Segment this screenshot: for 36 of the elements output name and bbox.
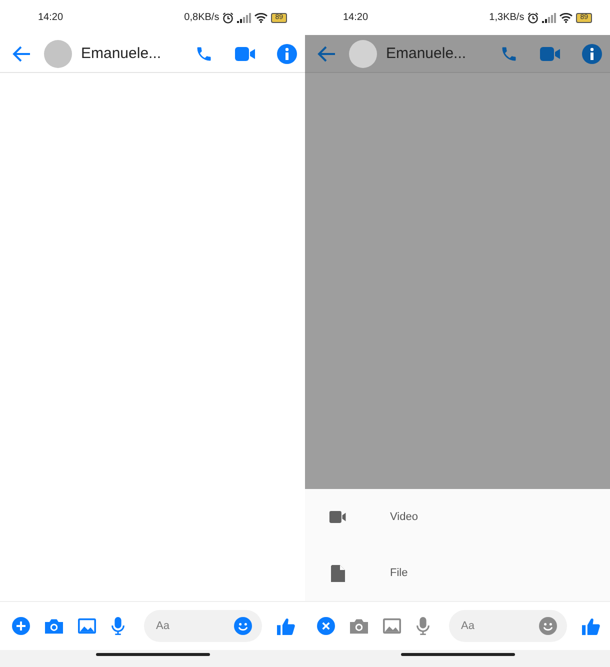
message-field[interactable]: Aa	[449, 610, 567, 642]
phone-icon[interactable]	[500, 44, 518, 62]
phone-icon[interactable]	[195, 44, 213, 62]
status-time: 14:20	[38, 12, 64, 23]
plus-icon[interactable]	[12, 617, 30, 635]
emoji-icon[interactable]	[539, 617, 557, 635]
video-camera-icon[interactable]	[540, 46, 560, 60]
thumbs-up-icon[interactable]	[582, 616, 600, 636]
network-speed: 0,8KB/s	[184, 12, 220, 23]
status-time: 14:20	[343, 12, 368, 23]
menu-item[interactable]: File	[305, 545, 610, 601]
info-icon[interactable]	[582, 44, 602, 64]
microphone-icon[interactable]	[111, 617, 125, 635]
microphone-icon[interactable]	[416, 617, 430, 635]
menu-item[interactable]: Video	[305, 489, 610, 545]
video-camera-icon[interactable]	[235, 46, 255, 60]
back-arrow-icon[interactable]	[12, 44, 32, 64]
camera-icon[interactable]	[45, 618, 63, 634]
alarm-icon	[222, 12, 234, 24]
contact-name[interactable]: Emanuele...	[386, 45, 478, 62]
wifi-icon	[254, 12, 268, 23]
close-icon[interactable]	[317, 617, 335, 635]
emoji-icon[interactable]	[234, 617, 252, 635]
network-speed: 1,3KB/s	[489, 12, 524, 23]
contact-name[interactable]: Emanuele...	[81, 45, 173, 62]
wifi-icon	[559, 12, 574, 23]
camera-icon[interactable]	[350, 618, 368, 634]
signal-icon	[237, 12, 252, 22]
info-icon[interactable]	[277, 44, 297, 64]
back-arrow-icon[interactable]	[317, 44, 337, 64]
message-field[interactable]: Aa	[144, 610, 262, 642]
image-icon[interactable]	[78, 618, 96, 634]
image-icon[interactable]	[383, 618, 401, 634]
signal-icon	[542, 12, 556, 22]
thumbs-up-icon[interactable]	[277, 616, 295, 636]
alarm-icon	[527, 12, 540, 24]
